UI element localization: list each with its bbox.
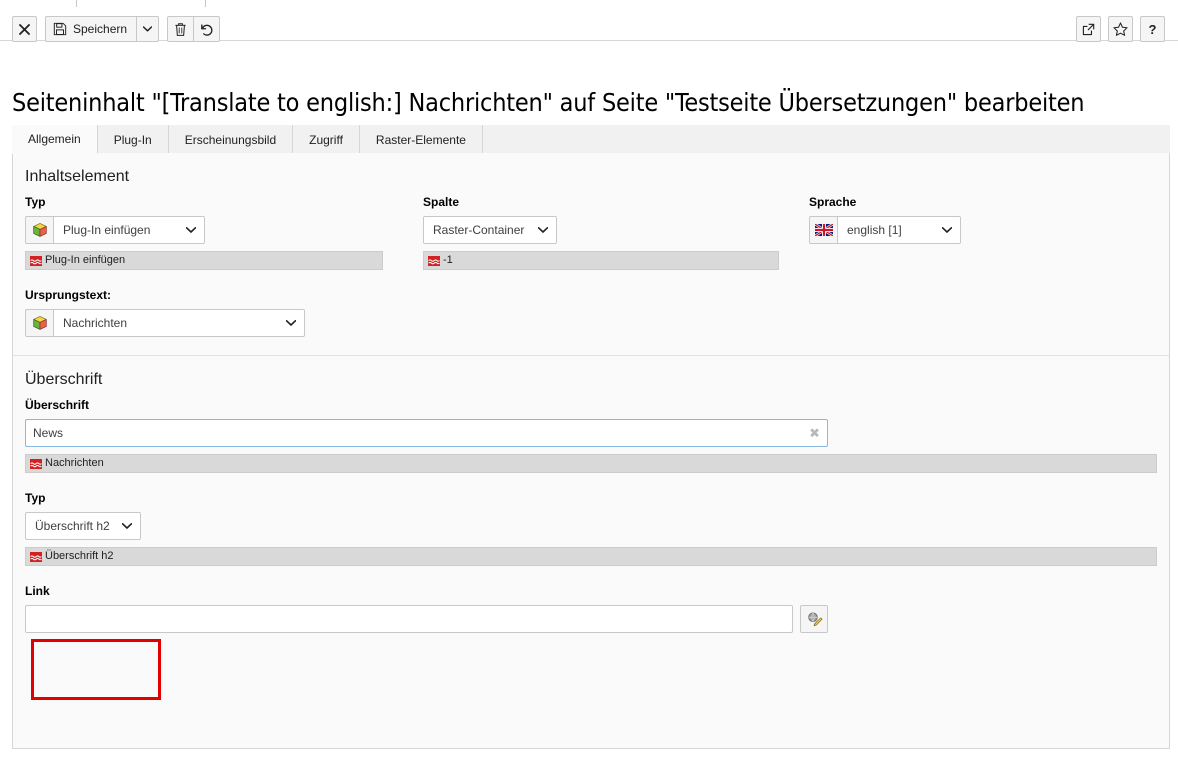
close-button[interactable] xyxy=(12,16,37,42)
ursprungstext-select[interactable]: Nachrichten xyxy=(53,309,305,337)
sprache-select-value: english [1] xyxy=(847,223,902,237)
field-sprache: Sprache english [1] xyxy=(809,195,1109,270)
tab-zugriff[interactable]: Zugriff xyxy=(293,125,360,154)
link-input[interactable] xyxy=(25,605,793,633)
tab-plugin[interactable]: Plug-In xyxy=(98,125,169,154)
ursprungstext-select-group[interactable]: Nachrichten xyxy=(25,309,1157,337)
toolbar-right-group: ? xyxy=(1076,16,1165,42)
typ-select-group[interactable]: Plug-In einfügen xyxy=(25,216,423,244)
bookmark-button[interactable] xyxy=(1108,16,1133,42)
delete-undo-group xyxy=(167,16,221,42)
save-button[interactable]: Speichern xyxy=(45,16,138,42)
content-plugin-icon xyxy=(25,309,53,337)
tab-allgemein[interactable]: Allgemein xyxy=(12,125,98,154)
toolbar-left-group: Speichern xyxy=(12,16,221,42)
field-sprache-label: Sprache xyxy=(809,195,857,209)
tab-bar: Allgemein Plug-In Erscheinungsbild Zugri… xyxy=(12,125,1170,154)
field-ursprungstext: Ursprungstext: Nachrichten xyxy=(25,288,1157,337)
chevron-down-icon xyxy=(538,227,548,233)
ursprungstext-select-value: Nachrichten xyxy=(63,316,128,330)
flag-uk-icon xyxy=(809,216,837,244)
field-spalte: Spalte Raster-Container -1 xyxy=(423,195,809,270)
tab-label: Plug-In xyxy=(113,132,152,147)
section-ueberschrift: Überschrift Überschrift ✖ xyxy=(13,355,1169,700)
typ-default-language-bar: Plug-In einfügen xyxy=(25,251,383,270)
spalte-default-language-value: -1 xyxy=(443,254,453,266)
field-link-label: Link xyxy=(25,584,50,598)
clear-input-icon[interactable]: ✖ xyxy=(809,427,820,440)
section-title-inhaltselement: Inhaltselement xyxy=(25,168,130,185)
chevron-down-icon xyxy=(186,227,196,233)
ueberschrift-typ-value: Überschrift h2 xyxy=(35,519,110,533)
star-icon xyxy=(1113,22,1128,36)
default-language-icon xyxy=(29,254,43,268)
tab-label: Raster-Elemente xyxy=(375,132,466,147)
tab-raster-elemente[interactable]: Raster-Elemente xyxy=(360,125,483,154)
ueberschrift-input[interactable] xyxy=(25,419,828,447)
default-language-icon xyxy=(427,254,441,268)
field-ueberschrift-typ-label: Typ xyxy=(25,491,46,505)
external-link-icon xyxy=(1082,23,1095,36)
spalte-default-language-bar: -1 xyxy=(423,251,779,270)
field-ursprungstext-label: Ursprungstext: xyxy=(25,288,112,302)
field-ueberschrift-typ: Typ Überschrift h2 Überschrift h2 xyxy=(25,491,1157,566)
field-ueberschrift-label: Überschrift xyxy=(25,398,90,412)
open-in-frontend-button[interactable] xyxy=(1076,16,1101,42)
help-button[interactable]: ? xyxy=(1140,16,1165,42)
sprache-select-group[interactable]: english [1] xyxy=(809,216,1109,244)
spalte-select[interactable]: Raster-Container xyxy=(423,216,557,244)
field-spalte-label: Spalte xyxy=(423,195,460,209)
ueberschrift-input-wrap: ✖ xyxy=(25,419,828,447)
section-inhaltselement: Inhaltselement Typ Plug-In einfügen Plug… xyxy=(13,153,1169,355)
chevron-down-icon xyxy=(143,26,153,32)
document-toolbar: Speichern ? xyxy=(0,7,1178,42)
save-options-button[interactable] xyxy=(136,16,160,42)
spalte-select-value: Raster-Container xyxy=(433,223,525,237)
ueberschrift-default-language-bar: Nachrichten xyxy=(25,454,1157,473)
typ-default-language-value: Plug-In einfügen xyxy=(45,254,126,266)
save-button-label: Speichern xyxy=(73,22,128,36)
tab-erscheinungsbild[interactable]: Erscheinungsbild xyxy=(169,125,294,154)
content-element-field-row: Typ Plug-In einfügen Plug-In einfügen Sp… xyxy=(25,195,1157,270)
tab-label: Erscheinungsbild xyxy=(184,132,277,147)
default-language-icon xyxy=(29,550,43,564)
chevron-down-icon xyxy=(286,320,296,326)
undo-button[interactable] xyxy=(193,16,221,42)
save-button-group: Speichern xyxy=(45,16,160,42)
ueberschrift-typ-select[interactable]: Überschrift h2 xyxy=(25,512,141,540)
close-icon xyxy=(19,23,30,35)
tab-label: Allgemein xyxy=(28,132,81,146)
link-input-wrap xyxy=(25,605,793,633)
typ-select[interactable]: Plug-In einfügen xyxy=(53,216,205,244)
undo-arrow-icon xyxy=(199,22,214,37)
cutoff-element-above-toolbar xyxy=(0,0,1178,8)
field-typ: Typ Plug-In einfügen Plug-In einfügen xyxy=(25,195,423,270)
field-typ-label: Typ xyxy=(25,195,46,209)
save-disk-icon xyxy=(53,22,67,36)
chevron-down-icon xyxy=(942,227,952,233)
default-language-icon xyxy=(29,457,43,471)
sprache-select[interactable]: english [1] xyxy=(837,216,961,244)
help-question-icon: ? xyxy=(1148,21,1157,37)
link-row xyxy=(25,605,1157,633)
ueberschrift-typ-default-language-bar: Überschrift h2 xyxy=(25,547,1157,566)
field-link: Link xyxy=(25,584,1157,633)
link-browser-button[interactable] xyxy=(800,605,828,633)
typ-select-value: Plug-In einfügen xyxy=(63,223,151,237)
content-plugin-icon xyxy=(25,216,53,244)
delete-button[interactable] xyxy=(167,16,195,42)
tab-label: Zugriff xyxy=(309,132,343,147)
field-ueberschrift: Überschrift ✖ Nachrichten xyxy=(25,398,1157,473)
chevron-down-icon xyxy=(122,523,132,529)
page-title: Seiteninhalt "[Translate to english:] Na… xyxy=(12,87,1085,117)
ueberschrift-typ-default-language-value: Überschrift h2 xyxy=(45,550,114,562)
form-panel: Inhaltselement Typ Plug-In einfügen Plug… xyxy=(12,153,1170,749)
ueberschrift-default-language-value: Nachrichten xyxy=(45,457,104,469)
section-title-ueberschrift: Überschrift xyxy=(25,371,103,388)
link-browser-icon xyxy=(806,611,823,628)
trash-icon xyxy=(174,22,187,37)
